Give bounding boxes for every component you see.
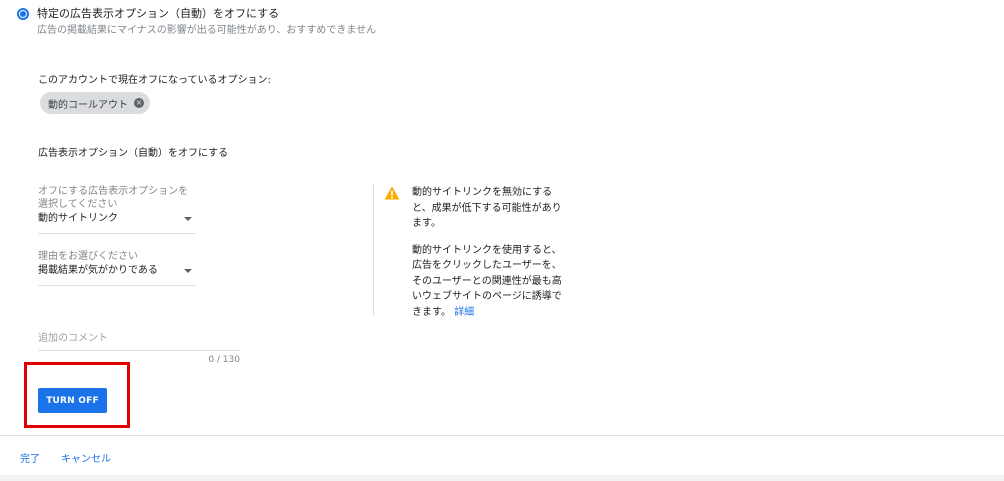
reason-select[interactable]: 理由をお選びください 掲載結果が気がかりである <box>38 250 196 286</box>
current-off-label: このアカウントで現在オフになっているオプション: <box>38 75 271 86</box>
warning-line-2: 動的サイトリンクを使用すると、広告をクリックしたユーザーを、そのユーザーとの関連… <box>412 243 570 321</box>
extension-select-label: オフにする広告表示オプションを選択してください <box>38 186 189 210</box>
extension-select[interactable]: オフにする広告表示オプションを選択してください 動的サイトリンク <box>38 185 196 234</box>
option-sublabel: 広告の掲載結果にマイナスの影響が出る可能性があり、おすすめできません <box>37 25 377 36</box>
extension-select-value[interactable]: 動的サイトリンク <box>38 211 196 234</box>
chip-dynamic-callout: 動的コールアウト × <box>40 92 150 114</box>
reason-select-value[interactable]: 掲載結果が気がかりである <box>38 263 196 286</box>
chevron-down-icon <box>184 217 192 221</box>
extension-select-text: 動的サイトリンク <box>38 213 118 224</box>
footer-divider <box>0 435 1004 436</box>
close-circle-icon[interactable]: × <box>134 98 144 108</box>
warning-icon <box>384 186 400 200</box>
warning-line-1: 動的サイトリンクを無効にすると、成果が低下する可能性があります。 <box>412 187 562 229</box>
chip-label: 動的コールアウト <box>48 99 128 111</box>
warning-message: 動的サイトリンクを無効にすると、成果が低下する可能性があります。 動的サイトリン… <box>412 185 570 331</box>
details-link[interactable]: 詳細 <box>454 307 474 318</box>
vertical-divider <box>373 184 374 316</box>
footer-strip <box>0 475 1004 481</box>
done-link[interactable]: 完了 <box>20 450 40 465</box>
warning-line-2-text: 動的サイトリンクを使用すると、広告をクリックしたユーザーを、そのユーザーとの関連… <box>412 244 562 318</box>
turn-off-extensions-panel: 特定の広告表示オプション（自動）をオフにする 広告の掲載結果にマイナスの影響が出… <box>0 0 1004 481</box>
reason-select-text: 掲載結果が気がかりである <box>38 265 158 276</box>
comment-field: 追加のコメント 0 / 130 <box>38 332 240 365</box>
comment-input[interactable]: 追加のコメント <box>38 332 240 351</box>
radio-dot <box>20 11 26 17</box>
turn-off-button[interactable]: TURN OFF <box>38 388 107 413</box>
radio-text: 特定の広告表示オプション（自動）をオフにする 広告の掲載結果にマイナスの影響が出… <box>37 6 376 38</box>
option-radio-row[interactable]: 特定の広告表示オプション（自動）をオフにする 広告の掲載結果にマイナスの影響が出… <box>17 6 376 38</box>
reason-select-label: 理由をお選びください <box>38 251 138 262</box>
turn-off-heading: 広告表示オプション（自動）をオフにする <box>38 148 229 159</box>
chevron-down-icon <box>184 269 192 273</box>
cancel-link[interactable]: キャンセル <box>61 450 111 465</box>
radio-button-selected[interactable] <box>17 8 29 20</box>
option-label: 特定の広告表示オプション（自動）をオフにする <box>37 7 280 20</box>
